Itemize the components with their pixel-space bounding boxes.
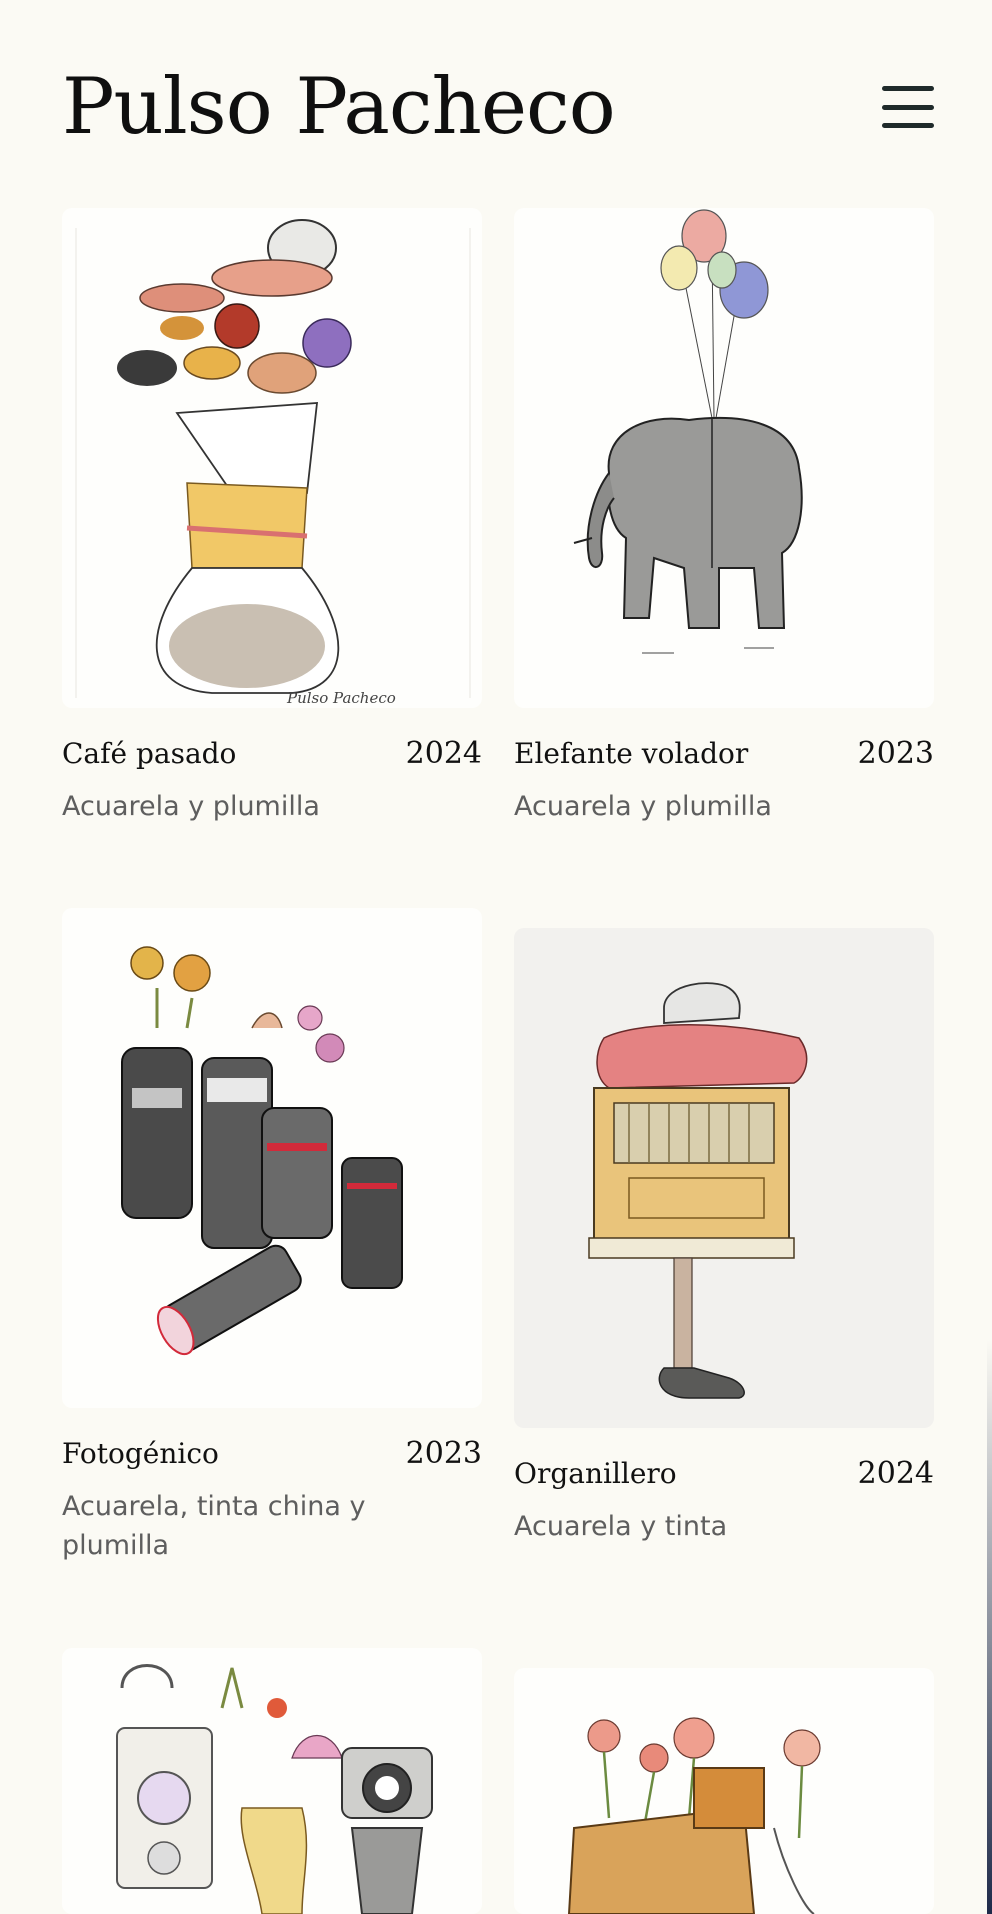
artist-signature: Pulso Pacheco (286, 689, 396, 707)
artwork-year: 2023 (405, 1436, 482, 1471)
flying-elephant-illustration (573, 209, 803, 654)
menu-line (882, 104, 934, 110)
artwork-image[interactable]: Pulso Pacheco (62, 208, 482, 708)
site-title[interactable]: Pulso Pacheco (62, 68, 616, 146)
artwork-year: 2024 (405, 736, 482, 771)
poppies-illustration (567, 1717, 821, 1914)
artwork-meta: Café pasado 2024 (62, 736, 482, 771)
artwork-card[interactable]: Pulso Pacheco Café pasado 2024 Acuarela … (62, 208, 482, 826)
artwork-meta: Fotogénico 2023 (62, 1436, 482, 1471)
hamburger-menu-icon[interactable] (882, 86, 934, 128)
site-header: Pulso Pacheco (62, 52, 934, 162)
artwork-image[interactable] (514, 928, 934, 1428)
artwork-image[interactable] (62, 908, 482, 1408)
artwork-image[interactable] (514, 208, 934, 708)
artwork-medium: Acuarela y tinta (514, 1511, 728, 1542)
coffee-maker-illustration: Pulso Pacheco (75, 219, 471, 707)
artwork-title[interactable]: Café pasado (62, 737, 236, 770)
page-edge (987, 0, 992, 1914)
artwork-medium: Acuarela y plumilla (514, 791, 772, 822)
artwork-title[interactable]: Fotogénico (62, 1437, 219, 1470)
artwork-card[interactable] (62, 1648, 482, 1914)
menu-line (882, 86, 934, 91)
artwork-medium: Acuarela, tinta china y plumilla (62, 1491, 366, 1562)
camera-lenses-illustration (121, 946, 403, 1356)
artwork-card[interactable]: Organillero 2024 Acuarela y tinta (514, 928, 934, 1546)
artwork-meta: Organillero 2024 (514, 1456, 934, 1491)
menu-line (882, 123, 934, 128)
artwork-year: 2024 (857, 1456, 934, 1491)
artwork-title[interactable]: Organillero (514, 1457, 677, 1490)
artwork-card[interactable] (514, 1668, 934, 1914)
artwork-year: 2023 (857, 736, 934, 771)
artwork-medium: Acuarela y plumilla (62, 791, 320, 822)
artwork-image[interactable] (62, 1648, 482, 1914)
artwork-title[interactable]: Elefante volador (514, 737, 748, 770)
artwork-meta: Elefante volador 2023 (514, 736, 934, 771)
artwork-card[interactable]: Fotogénico 2023 Acuarela, tinta china y … (62, 908, 482, 1565)
vintage-cameras-illustration (116, 1664, 433, 1914)
artwork-image[interactable] (514, 1668, 934, 1914)
organ-grinder-illustration (588, 982, 808, 1399)
artwork-card[interactable]: Elefante volador 2023 Acuarela y plumill… (514, 208, 934, 826)
